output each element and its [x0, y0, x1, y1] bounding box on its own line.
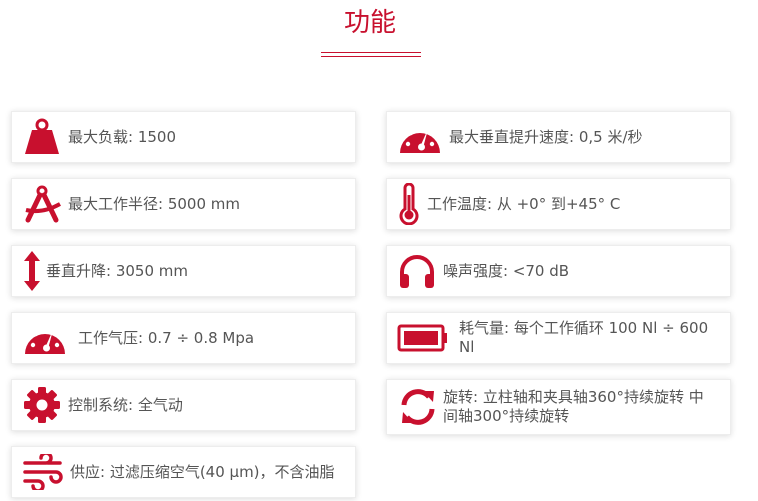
vertical-arrows-icon [22, 249, 42, 293]
feature-card-lift-speed: 最大垂直提升速度: 0,5 米/秒 [386, 111, 731, 163]
headphones-icon [397, 252, 437, 290]
feature-text: 最大垂直提升速度: 0,5 米/秒 [449, 127, 643, 146]
title-divider [321, 52, 421, 57]
feature-card-max-load: 最大负载: 1500 [11, 111, 356, 163]
thermometer-icon [397, 183, 421, 225]
feature-card-rotation: 旋转: 立柱轴和夹具轴360°持续旋转 中间轴300°持续旋转 [386, 379, 731, 435]
feature-text: 耗气量: 每个工作循环 100 Nl ÷ 600 Nl [459, 319, 709, 356]
feature-text: 噪声强度: <70 dB [443, 261, 570, 280]
pressure-gauge-icon [22, 318, 68, 358]
feature-card-supply: 供应: 过滤压缩空气(40 µm)，不含油脂 [11, 446, 356, 498]
feature-card-air-consumption: 耗气量: 每个工作循环 100 Nl ÷ 600 Nl [386, 312, 731, 364]
compass-icon [22, 184, 62, 224]
feature-card-control-system: 控制系统: 全气动 [11, 379, 356, 431]
feature-text: 工作气压: 0.7 ÷ 0.8 Mpa [78, 328, 255, 347]
feature-card-working-radius: 最大工作半径: 5000 mm [11, 178, 356, 230]
feature-text: 最大工作半径: 5000 mm [68, 194, 240, 213]
air-flow-icon [22, 454, 64, 490]
feature-card-vertical-travel: 垂直升降: 3050 mm [11, 245, 356, 297]
section-title: 功能 [343, 8, 396, 38]
feature-text: 垂直升降: 3050 mm [46, 261, 188, 280]
feature-card-noise-level: 噪声强度: <70 dB [386, 245, 731, 297]
feature-card-working-pressure: 工作气压: 0.7 ÷ 0.8 Mpa [11, 312, 356, 364]
feature-text: 工作温度: 从 +0° 到+45° C [427, 194, 621, 213]
feature-text: 旋转: 立柱轴和夹具轴360°持续旋转 中间轴300°持续旋转 [443, 388, 704, 425]
speedometer-icon [397, 117, 443, 157]
weight-icon [22, 117, 62, 157]
gear-icon [22, 385, 62, 425]
battery-icon [397, 323, 449, 353]
feature-card-working-temperature: 工作温度: 从 +0° 到+45° C [386, 178, 731, 230]
feature-text: 最大负载: 1500 [68, 127, 176, 146]
rotation-icon [397, 386, 439, 428]
feature-text: 控制系统: 全气动 [68, 395, 183, 414]
feature-text: 供应: 过滤压缩空气(40 µm)，不含油脂 [70, 462, 335, 481]
